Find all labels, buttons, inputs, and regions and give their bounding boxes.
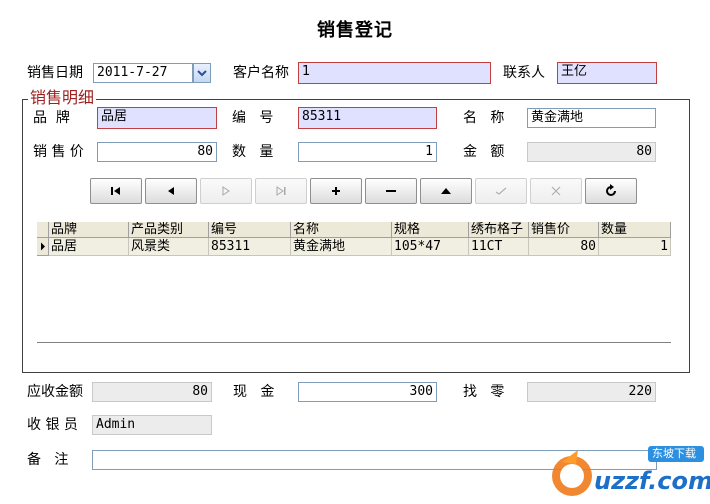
- table-cell[interactable]: 85311: [209, 238, 291, 256]
- table-cell[interactable]: 风景类: [129, 238, 209, 256]
- grid-header-code[interactable]: 编号: [209, 222, 291, 238]
- change-input: 220: [527, 382, 656, 402]
- refresh-icon: [606, 184, 616, 196]
- row-indicator[interactable]: [37, 238, 49, 256]
- cash-label: 现 金: [233, 384, 275, 400]
- table-cell[interactable]: 105*47: [392, 238, 469, 256]
- cancel-x-icon: [551, 186, 561, 196]
- code-input[interactable]: 85311: [298, 107, 437, 129]
- contact-input[interactable]: 王亿: [557, 62, 657, 84]
- table-cell[interactable]: 11CT: [469, 238, 529, 256]
- row-pointer-icon: [40, 242, 45, 251]
- nav-edit-button[interactable]: [420, 178, 472, 204]
- prior-record-icon: [168, 187, 174, 195]
- plus-icon: [332, 187, 340, 195]
- grid-corner: [37, 222, 49, 238]
- minus-icon: [386, 190, 396, 192]
- chevron-down-icon: [197, 70, 207, 77]
- grid-header-qty[interactable]: 数量: [599, 222, 671, 238]
- grid-header-name[interactable]: 名称: [291, 222, 392, 238]
- amount-label: 金 额: [463, 144, 505, 160]
- customer-label: 客户名称: [233, 65, 289, 81]
- last-record-icon: [276, 186, 286, 196]
- qty-input[interactable]: 1: [298, 142, 437, 162]
- watermark-text: uzzf.com: [594, 467, 710, 495]
- qty-label: 数 量: [232, 144, 274, 160]
- date-dropdown-button[interactable]: [193, 63, 211, 83]
- receivable-input: 80: [92, 382, 212, 402]
- customer-input[interactable]: 1: [298, 62, 491, 84]
- price-input[interactable]: 80: [97, 142, 217, 162]
- cashier-label: 收 银 员: [27, 417, 78, 433]
- nav-last-button[interactable]: [255, 178, 307, 204]
- name-input[interactable]: 黄金满地: [527, 108, 656, 128]
- cashier-input: Admin: [92, 415, 212, 435]
- nav-prior-button[interactable]: [145, 178, 197, 204]
- sales-detail-title: 销售明细: [28, 88, 97, 108]
- grid-header-spec[interactable]: 规格: [392, 222, 469, 238]
- grid-header-brand[interactable]: 品牌: [49, 222, 129, 238]
- brand-label: 品 牌: [33, 110, 70, 126]
- grid-header-category[interactable]: 产品类别: [129, 222, 209, 238]
- price-label: 销 售 价: [33, 144, 84, 160]
- nav-refresh-button[interactable]: [585, 178, 637, 204]
- name-label: 名 称: [463, 110, 505, 126]
- table-cell[interactable]: 1: [599, 238, 671, 256]
- nav-insert-button[interactable]: [310, 178, 362, 204]
- page-title: 销售登记: [317, 20, 393, 41]
- grid-header-cloth[interactable]: 绣布格子: [469, 222, 529, 238]
- nav-next-button[interactable]: [200, 178, 252, 204]
- grid-header-price[interactable]: 销售价: [529, 222, 599, 238]
- watermark-badge: 东坡下载: [652, 447, 696, 460]
- nav-delete-button[interactable]: [365, 178, 417, 204]
- change-label: 找 零: [463, 384, 505, 400]
- sale-date-label: 销售日期: [27, 65, 83, 81]
- table-cell[interactable]: 品居: [49, 238, 129, 256]
- nav-cancel-button[interactable]: [530, 178, 582, 204]
- table-cell[interactable]: 黄金满地: [291, 238, 392, 256]
- detail-grid[interactable]: 品牌 产品类别 编号 名称 规格 绣布格子 销售价 数量 品居 风景类 8531…: [37, 222, 671, 343]
- next-record-icon: [222, 186, 230, 196]
- table-cell[interactable]: 80: [529, 238, 599, 256]
- receivable-label: 应收金额: [27, 384, 83, 400]
- sale-date-input[interactable]: 2011-7-27: [93, 63, 193, 83]
- brand-input[interactable]: 品居: [97, 107, 217, 129]
- amount-input: 80: [527, 142, 656, 162]
- nav-post-button[interactable]: [475, 178, 527, 204]
- remark-label: 备 注: [27, 452, 69, 468]
- edit-up-icon: [441, 188, 451, 194]
- cash-input[interactable]: 300: [298, 382, 437, 402]
- nav-first-button[interactable]: [90, 178, 142, 204]
- site-watermark: 东坡下载 uzzf.com: [540, 442, 710, 500]
- check-icon: [495, 187, 507, 195]
- code-label: 编 号: [232, 110, 274, 126]
- first-record-icon: [111, 187, 120, 195]
- contact-label: 联系人: [503, 65, 545, 81]
